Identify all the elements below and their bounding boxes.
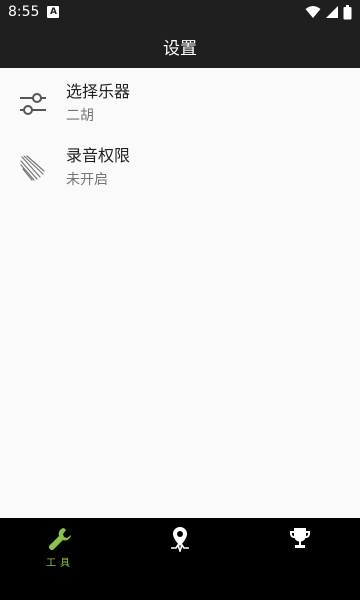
tuner-pin-icon <box>171 527 189 552</box>
bow-strings-icon <box>0 136 66 200</box>
bottom-nav: 工具 <box>0 518 360 600</box>
nav-trophy[interactable] <box>240 518 360 600</box>
setting-subtitle: 二胡 <box>66 108 94 124</box>
status-icons <box>305 4 352 20</box>
notification-icon: A <box>47 6 60 18</box>
page-title: 设置 <box>163 38 197 59</box>
setting-instrument-text: 选择乐器 二胡 <box>66 81 130 127</box>
wifi-icon <box>305 6 321 18</box>
settings-list: 选择乐器 二胡 录音权限 未开启 <box>0 68 360 518</box>
app-bar: 设置 <box>0 24 360 68</box>
battery-icon <box>343 4 352 19</box>
setting-title: 录音权限 <box>66 146 131 165</box>
setting-record-text: 录音权限 未开启 <box>66 145 130 191</box>
nav-tools[interactable]: 工具 <box>0 518 120 600</box>
nav-label-tools: 工具 <box>46 558 74 569</box>
status-bar: 8:55 A <box>0 0 360 24</box>
setting-instrument[interactable]: 选择乐器 二胡 <box>0 72 360 136</box>
status-time: 8:55 <box>8 4 40 20</box>
signal-icon <box>326 6 338 18</box>
wrench-icon <box>48 528 71 551</box>
setting-title: 选择乐器 <box>66 82 131 101</box>
nav-tuner[interactable] <box>120 518 240 600</box>
sliders-icon <box>0 72 66 136</box>
setting-subtitle: 未开启 <box>66 172 108 188</box>
setting-record-permission[interactable]: 录音权限 未开启 <box>0 136 360 200</box>
trophy-icon <box>290 528 310 548</box>
